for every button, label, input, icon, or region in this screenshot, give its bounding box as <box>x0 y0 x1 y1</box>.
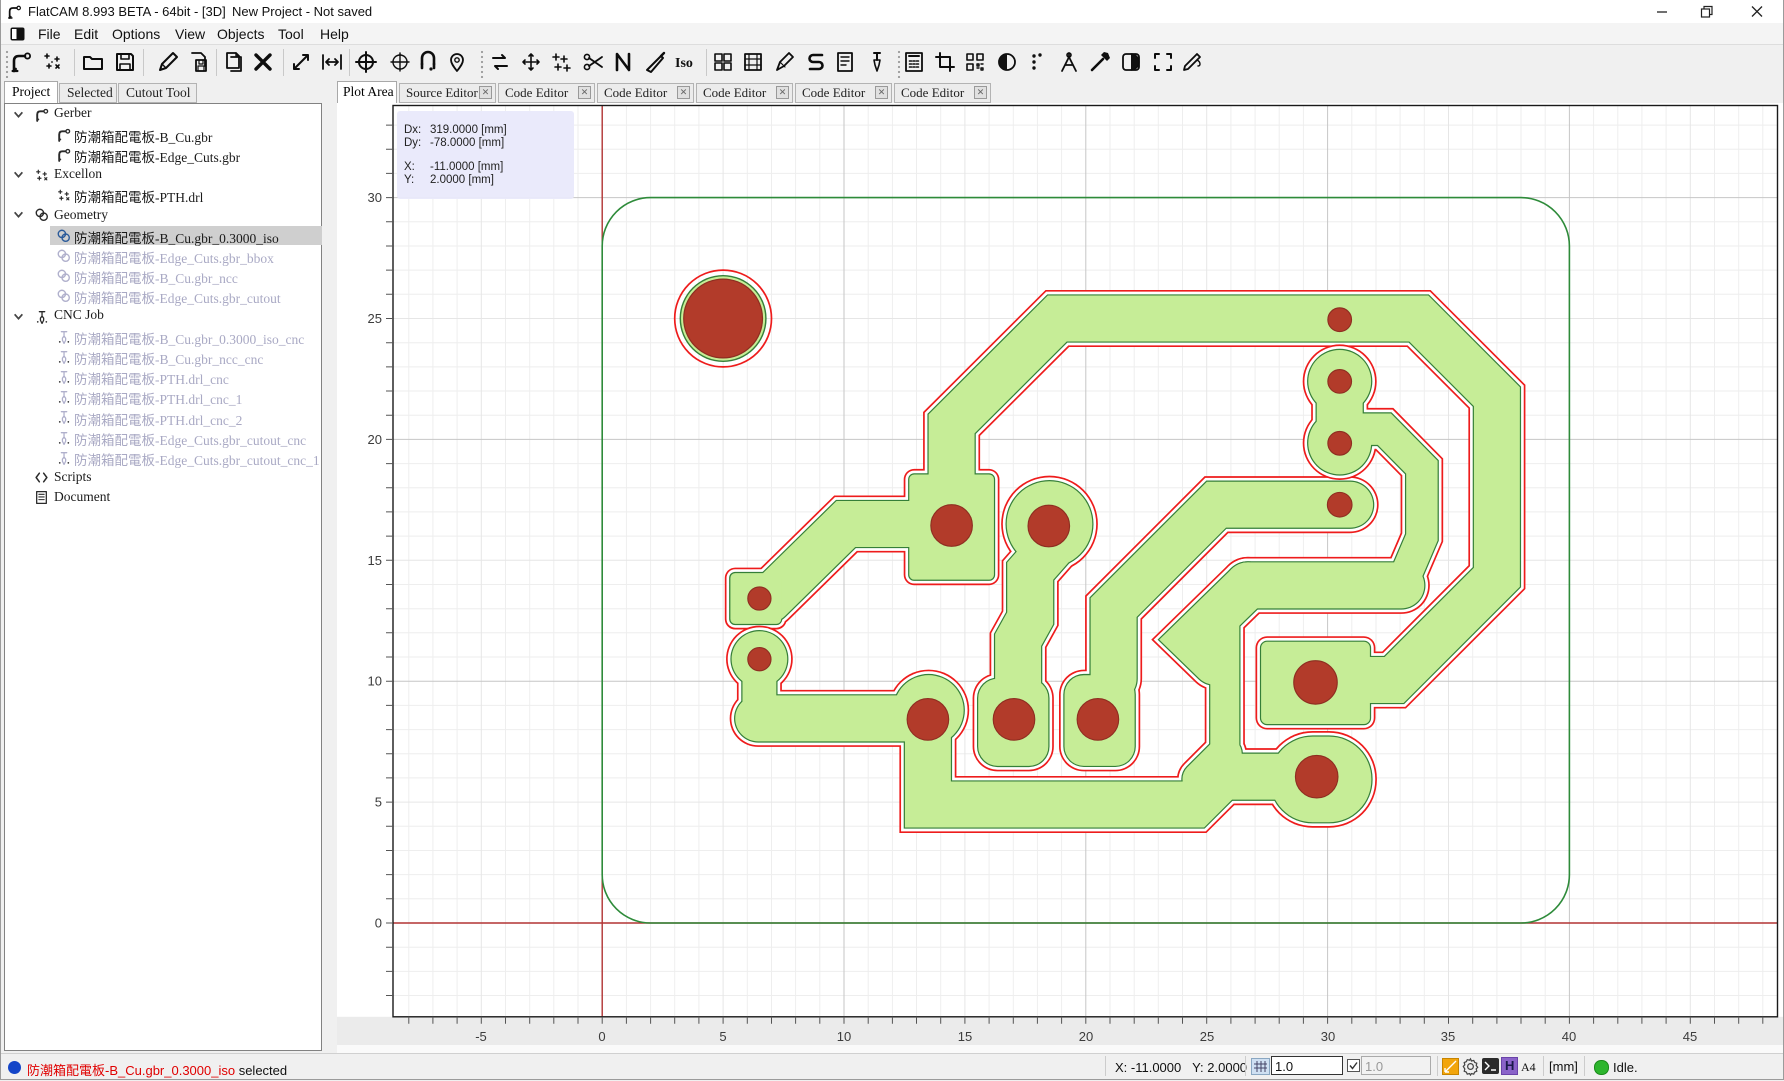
svg-text:Y:: Y: <box>404 174 414 186</box>
svg-text:X:: X: <box>404 161 415 173</box>
svg-text:Dx:: Dx: <box>404 124 421 136</box>
svg-text:-11.0000 [mm]: -11.0000 [mm] <box>430 161 503 173</box>
svg-text:319.0000 [mm]: 319.0000 [mm] <box>430 124 507 136</box>
svg-text:35: 35 <box>1441 1029 1455 1044</box>
svg-text:30: 30 <box>368 190 382 205</box>
svg-text:45: 45 <box>1683 1029 1697 1044</box>
svg-text:15: 15 <box>958 1029 972 1044</box>
svg-text:5: 5 <box>375 795 382 810</box>
svg-text:40: 40 <box>1562 1029 1576 1044</box>
svg-text:5: 5 <box>719 1029 726 1044</box>
svg-text:20: 20 <box>368 432 382 447</box>
svg-text:15: 15 <box>368 553 382 568</box>
svg-text:10: 10 <box>837 1029 851 1044</box>
svg-text:-78.0000 [mm]: -78.0000 [mm] <box>430 137 504 149</box>
svg-text:30: 30 <box>1321 1029 1335 1044</box>
svg-text:25: 25 <box>1200 1029 1214 1044</box>
svg-text:25: 25 <box>368 311 382 326</box>
svg-text:20: 20 <box>1079 1029 1093 1044</box>
svg-text:0: 0 <box>598 1029 605 1044</box>
svg-text:Iso: Iso <box>675 56 693 71</box>
svg-text:10: 10 <box>368 674 382 689</box>
svg-text:Dy:: Dy: <box>404 137 421 149</box>
svg-text:2.0000 [mm]: 2.0000 [mm] <box>430 174 494 186</box>
svg-text:0: 0 <box>375 916 382 931</box>
svg-text:-5: -5 <box>475 1029 487 1044</box>
